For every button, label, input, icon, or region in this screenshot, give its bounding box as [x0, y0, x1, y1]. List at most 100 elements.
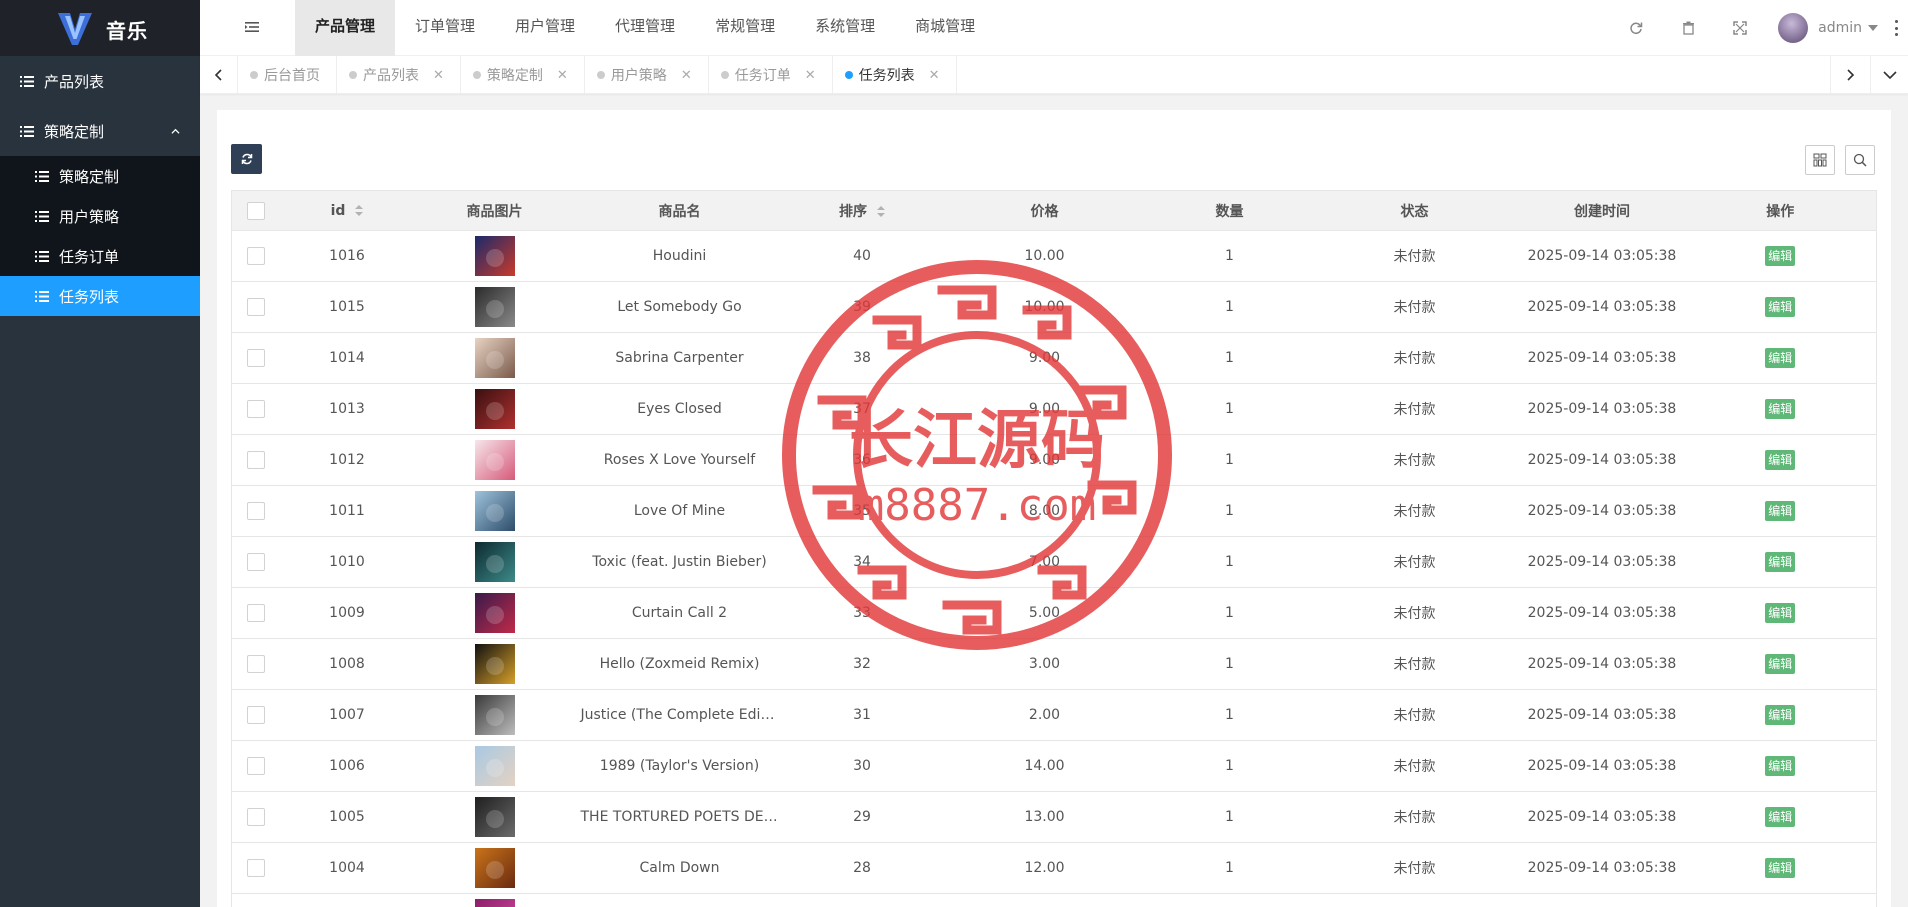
cell-price: 7.00	[939, 536, 1150, 588]
top-tab-agents[interactable]: 代理管理	[595, 0, 695, 56]
sort-icon[interactable]	[355, 204, 364, 217]
table-refresh-button[interactable]	[231, 144, 262, 174]
album-cover-image[interactable]	[474, 644, 515, 684]
album-cover-image[interactable]	[474, 797, 515, 837]
row-checkbox[interactable]	[246, 349, 265, 367]
edit-button[interactable]: 编辑	[1765, 807, 1796, 827]
trash-icon[interactable]	[1680, 20, 1696, 36]
row-checkbox[interactable]	[246, 604, 265, 622]
more-vertical-icon[interactable]	[1894, 20, 1898, 36]
cell-status: 未付款	[1309, 689, 1520, 741]
row-checkbox[interactable]	[246, 655, 265, 673]
row-select-cell	[231, 434, 280, 486]
sidebar-subitem-task-orders[interactable]: 任务订单	[0, 236, 200, 276]
column-header-actions: 操作	[1684, 190, 1877, 231]
edit-button[interactable]: 编辑	[1765, 603, 1796, 623]
top-tab-users[interactable]: 用户管理	[495, 0, 595, 56]
album-cover-image[interactable]	[474, 389, 515, 429]
top-tab-system[interactable]: 系统管理	[795, 0, 895, 56]
top-tab-orders[interactable]: 订单管理	[395, 0, 495, 56]
column-header-name: 商品名	[574, 190, 785, 231]
edit-button[interactable]: 编辑	[1765, 450, 1796, 470]
album-cover-image[interactable]	[474, 287, 515, 327]
album-cover-image[interactable]	[474, 746, 515, 786]
close-icon[interactable]: ✕	[433, 68, 444, 83]
cell-price: 12.00	[939, 842, 1150, 894]
column-header-id[interactable]: id	[279, 190, 415, 231]
select-all-checkbox[interactable]	[246, 201, 265, 220]
page-tab-task-list[interactable]: 任务列表 ✕	[833, 56, 957, 94]
row-checkbox[interactable]	[246, 451, 265, 469]
row-checkbox[interactable]	[246, 298, 265, 316]
cell-image	[414, 842, 575, 894]
top-tab-products[interactable]: 产品管理	[295, 0, 396, 56]
edit-button[interactable]: 编辑	[1765, 246, 1796, 266]
page-tab-home[interactable]: 后台首页	[238, 56, 337, 94]
album-cover-image[interactable]	[474, 848, 515, 888]
cell-id: 1013	[279, 383, 415, 435]
tabs-menu-button[interactable]	[1870, 56, 1908, 94]
edit-button[interactable]: 编辑	[1765, 552, 1796, 572]
cell-quantity: 1	[1149, 281, 1310, 333]
table-row: 1016 Houdini 40 10.00 1 未付款 2025-09-14 03:05:3…	[231, 230, 1877, 282]
edit-button[interactable]: 编辑	[1765, 348, 1796, 368]
edit-button[interactable]: 编辑	[1765, 399, 1796, 419]
album-cover-image[interactable]	[474, 542, 515, 582]
edit-button[interactable]: 编辑	[1765, 501, 1796, 521]
album-cover-image[interactable]	[474, 695, 515, 735]
sidebar-subitem-label: 用户策略	[59, 207, 120, 226]
sort-icon[interactable]	[877, 205, 885, 218]
top-tab-mall[interactable]: 商城管理	[895, 0, 995, 56]
edit-button[interactable]: 编辑	[1765, 654, 1796, 674]
row-checkbox[interactable]	[246, 502, 265, 520]
edit-button[interactable]: 编辑	[1765, 858, 1796, 878]
page-tab-product-list[interactable]: 产品列表 ✕	[337, 56, 461, 94]
close-icon[interactable]: ✕	[805, 68, 816, 83]
close-icon[interactable]: ✕	[557, 68, 568, 83]
sidebar-group-strategy[interactable]: 策略定制	[0, 106, 200, 156]
album-cover-image[interactable]	[474, 593, 515, 633]
row-checkbox[interactable]	[246, 400, 265, 418]
columns-filter-button[interactable]	[1805, 145, 1835, 175]
top-tab-general[interactable]: 常规管理	[695, 0, 795, 56]
edit-button[interactable]: 编辑	[1765, 297, 1796, 317]
cell-sort: 36	[784, 434, 940, 486]
sidebar-item-product-list[interactable]: 产品列表	[0, 56, 200, 106]
album-cover-image[interactable]	[474, 338, 515, 378]
album-cover-image[interactable]	[474, 491, 515, 531]
column-header-sort[interactable]: 排序	[784, 190, 940, 231]
page-tab-strategy[interactable]: 策略定制 ✕	[461, 56, 585, 94]
cell-name: Justice (The Complete Edition)	[574, 689, 785, 741]
edit-button[interactable]: 编辑	[1765, 756, 1796, 776]
sidebar-subitem-user-strategy[interactable]: 用户策略	[0, 196, 200, 236]
album-cover-image[interactable]	[474, 440, 515, 480]
refresh-icon[interactable]	[1628, 20, 1644, 36]
close-icon[interactable]: ✕	[929, 68, 940, 83]
avatar[interactable]	[1778, 13, 1809, 43]
row-checkbox[interactable]	[246, 247, 265, 265]
row-checkbox[interactable]	[246, 859, 265, 877]
album-cover-image[interactable]	[474, 899, 515, 907]
caret-down-icon[interactable]	[1868, 25, 1878, 31]
menu-fold-icon[interactable]	[244, 19, 260, 35]
tabs-scroll-right-button[interactable]	[1830, 56, 1868, 94]
cell-sort: 35	[784, 485, 940, 537]
row-checkbox[interactable]	[246, 706, 265, 724]
page-tab-label: 任务订单	[734, 68, 791, 84]
page-tab-task-orders[interactable]: 任务订单 ✕	[709, 56, 833, 94]
sidebar-subitem-task-list[interactable]: 任务列表	[0, 276, 200, 316]
page-tab-user-strategy[interactable]: 用户策略 ✕	[585, 56, 709, 94]
row-checkbox[interactable]	[246, 757, 265, 775]
search-toggle-button[interactable]	[1845, 145, 1875, 175]
tabs-scroll-left-button[interactable]	[200, 56, 238, 94]
row-checkbox[interactable]	[246, 808, 265, 826]
logo: 音乐	[0, 0, 200, 56]
fullscreen-icon[interactable]	[1732, 20, 1748, 36]
row-checkbox[interactable]	[246, 553, 265, 571]
close-icon[interactable]: ✕	[681, 68, 692, 83]
cell-actions: 编辑	[1684, 434, 1877, 486]
user-name[interactable]: admin	[1818, 20, 1862, 36]
edit-button[interactable]: 编辑	[1765, 705, 1796, 725]
album-cover-image[interactable]	[474, 236, 515, 276]
sidebar-subitem-strategy[interactable]: 策略定制	[0, 156, 200, 196]
